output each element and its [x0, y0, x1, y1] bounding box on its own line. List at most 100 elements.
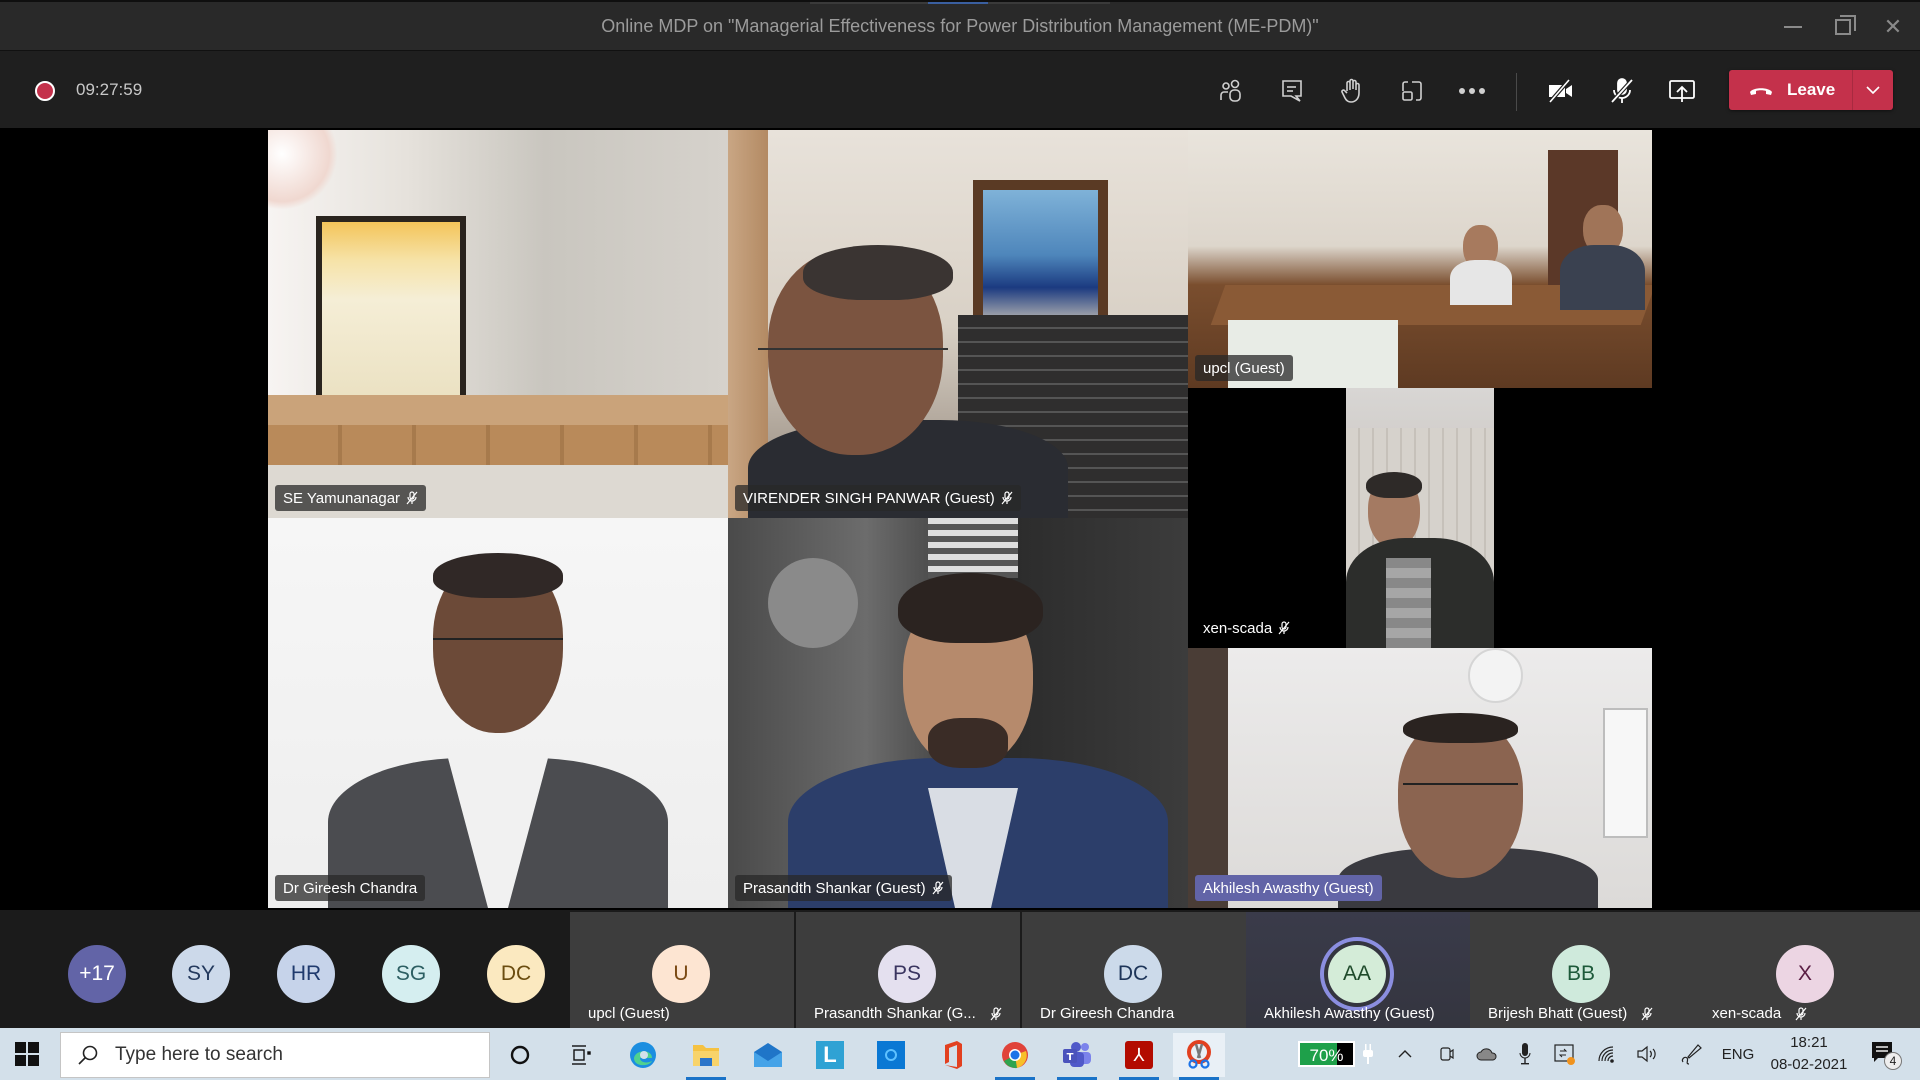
- participants-button[interactable]: [1211, 71, 1251, 111]
- onedrive-button[interactable]: [1474, 1040, 1500, 1068]
- avatar[interactable]: SY: [172, 945, 230, 1003]
- edge-app[interactable]: [617, 1033, 669, 1077]
- office-app[interactable]: [927, 1033, 979, 1077]
- meeting-timer: 09:27:59: [76, 80, 143, 99]
- file-explorer-app[interactable]: [680, 1033, 732, 1080]
- remote-app-button[interactable]: [1552, 1040, 1578, 1068]
- teams-meeting-window: Online MDP on "Managerial Effectiveness …: [0, 0, 1920, 1080]
- cortana-app-icon: [877, 1041, 905, 1069]
- share-screen-button[interactable]: [1662, 71, 1702, 111]
- participant-card[interactable]: X xen-scada: [1694, 912, 1920, 1028]
- leave-options-dropdown[interactable]: [1853, 70, 1893, 110]
- acrobat-app[interactable]: ⅄: [1113, 1033, 1165, 1080]
- camera-toggle-button[interactable]: [1541, 71, 1581, 111]
- battery-indicator[interactable]: 70%: [1298, 1041, 1355, 1067]
- participant-card-name: upcl (Guest): [588, 1005, 788, 1022]
- cortana-app[interactable]: [865, 1033, 917, 1077]
- more-participants-button[interactable]: +17: [68, 945, 126, 1003]
- window-blinds: [928, 518, 1018, 578]
- wifi-button[interactable]: [1594, 1040, 1620, 1068]
- video-tile[interactable]: Akhilesh Awasthy (Guest): [1188, 648, 1652, 908]
- title-bar: Online MDP on "Managerial Effectiveness …: [0, 0, 1920, 50]
- participant-name: Prasandth Shankar (G...: [814, 1005, 976, 1022]
- participant-name-tag: VIRENDER SINGH PANWAR (Guest): [735, 485, 1021, 511]
- participant-card-name: Brijesh Bhatt (Guest): [1488, 1005, 1688, 1022]
- avatar-initials: U: [673, 962, 689, 985]
- clock[interactable]: 18:21 08-02-2021: [1764, 1032, 1854, 1076]
- video-feed: [1346, 388, 1494, 648]
- participant-card[interactable]: BB Brijesh Bhatt (Guest): [1470, 912, 1694, 1028]
- avatar[interactable]: HR: [277, 945, 335, 1003]
- raise-hand-button[interactable]: [1332, 71, 1372, 111]
- mic-off-icon: [932, 881, 944, 895]
- wall-panel: [268, 425, 728, 465]
- avatar-initials: X: [1797, 962, 1812, 985]
- show-hidden-icons-button[interactable]: [1393, 1040, 1417, 1068]
- wall-panel: [268, 395, 728, 425]
- avatar-initials: SY: [186, 962, 215, 985]
- avatar[interactable]: DC: [487, 945, 545, 1003]
- active-speaker-card[interactable]: AA Akhilesh Awasthy (Guest): [1246, 912, 1470, 1028]
- microphone-in-use-button[interactable]: [1514, 1040, 1536, 1068]
- avatar-initials: DC: [500, 962, 532, 985]
- avatar: BB: [1552, 945, 1610, 1003]
- l-app[interactable]: L: [804, 1033, 856, 1077]
- participant-card[interactable]: PS Prasandth Shankar (G...: [796, 912, 1020, 1028]
- microphone-icon: [1519, 1043, 1531, 1065]
- participant-name-tag: xen-scada: [1195, 615, 1298, 641]
- pen-workspace-button[interactable]: [1678, 1040, 1704, 1068]
- language-label: ENG: [1721, 1045, 1755, 1063]
- video-tile[interactable]: xen-scada: [1188, 388, 1652, 648]
- video-tile[interactable]: upcl (Guest): [1188, 130, 1652, 388]
- cortana-button[interactable]: [494, 1033, 546, 1077]
- chrome-app[interactable]: [989, 1033, 1041, 1080]
- participant-card[interactable]: DC Dr Gireesh Chandra: [1022, 912, 1246, 1028]
- mail-app[interactable]: [742, 1033, 794, 1077]
- svg-text:T: T: [1067, 1052, 1074, 1063]
- search-placeholder: Type here to search: [115, 1044, 283, 1065]
- raise-hand-icon: [1341, 78, 1360, 103]
- close-button[interactable]: ✕: [1870, 10, 1916, 44]
- participant-name: Dr Gireesh Chandra: [1040, 1005, 1175, 1022]
- leave-button[interactable]: Leave: [1729, 70, 1853, 110]
- minimize-button[interactable]: [1770, 10, 1816, 44]
- volume-button[interactable]: [1634, 1040, 1660, 1068]
- video-tile[interactable]: Prasandth Shankar (Guest): [728, 518, 1188, 908]
- chat-button[interactable]: [1272, 71, 1312, 111]
- teams-app[interactable]: T: [1051, 1033, 1103, 1080]
- avatar[interactable]: SG: [382, 945, 440, 1003]
- doorway: [1188, 648, 1228, 908]
- close-icon: ✕: [1883, 14, 1903, 39]
- participant-name: Akhilesh Awasthy (Guest): [1203, 879, 1374, 897]
- input-language-button[interactable]: ENG: [1718, 1040, 1758, 1068]
- video-feed: [268, 518, 728, 908]
- snipping-tool-app[interactable]: [1173, 1033, 1225, 1080]
- participant-card[interactable]: U upcl (Guest): [570, 912, 794, 1028]
- teams-icon: T: [1063, 1042, 1091, 1067]
- more-options-button[interactable]: [1452, 71, 1492, 111]
- meeting-toolbar: 09:27:59 Leave: [0, 50, 1920, 128]
- start-button[interactable]: [14, 1041, 40, 1067]
- leave-label: Leave: [1787, 80, 1836, 99]
- active-speaker-name-tag: Akhilesh Awasthy (Guest): [1195, 875, 1382, 901]
- avatar: X: [1776, 945, 1834, 1003]
- participants-icon: [1220, 79, 1241, 102]
- taskbar-search-box[interactable]: Type here to search: [60, 1032, 490, 1078]
- breakout-rooms-button[interactable]: [1392, 71, 1432, 111]
- meet-now-button[interactable]: [1435, 1040, 1459, 1068]
- restore-icon: [1835, 15, 1856, 35]
- mail-icon: [754, 1043, 782, 1067]
- restore-button[interactable]: [1820, 10, 1866, 44]
- wall-calendar: [316, 216, 466, 421]
- task-view-button[interactable]: [554, 1033, 606, 1077]
- avatar-initials: AA: [1342, 962, 1371, 985]
- video-tile[interactable]: Dr Gireesh Chandra: [268, 518, 728, 908]
- video-tile[interactable]: VIRENDER SINGH PANWAR (Guest): [728, 130, 1188, 518]
- mic-toggle-button[interactable]: [1602, 71, 1642, 111]
- hang-up-icon: [1750, 88, 1772, 95]
- mic-off-icon: [1641, 1006, 1653, 1020]
- participant-name: xen-scada: [1712, 1005, 1782, 1022]
- participant-strip: +17 SY HR SG DC U upcl (Guest) PS Prasan…: [0, 910, 1920, 1028]
- camera-off-icon: [1548, 78, 1572, 104]
- video-tile[interactable]: SE Yamunanagar: [268, 130, 728, 518]
